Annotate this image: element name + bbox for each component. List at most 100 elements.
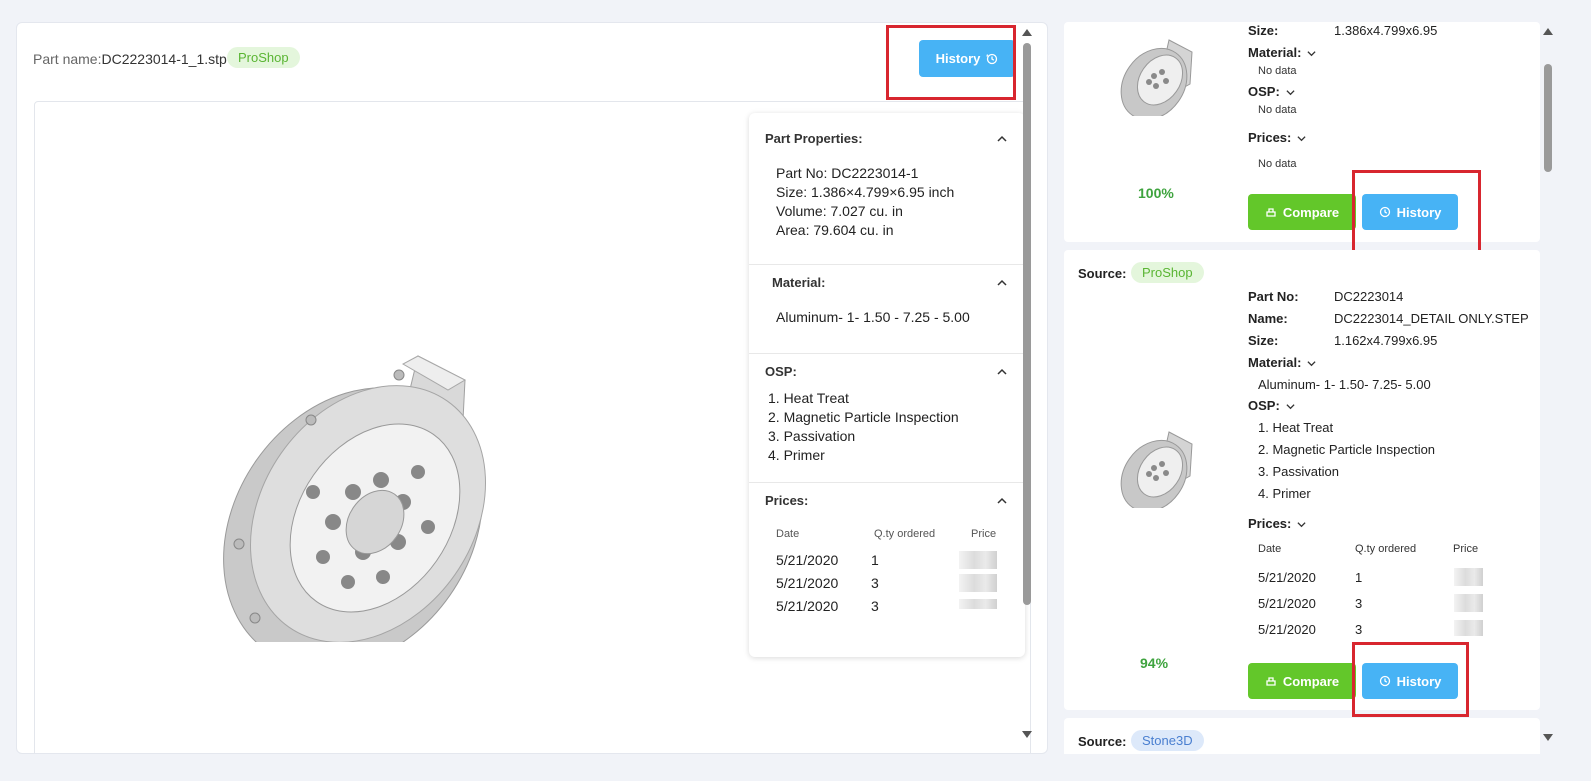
osp-title: OSP: [765,364,797,379]
osp-item: 1. Heat Treat [1258,420,1334,435]
chevron-up-icon[interactable] [997,367,1007,377]
highlight-box [1352,642,1469,717]
vertical-scrollbar-thumb[interactable] [1023,43,1031,605]
price-header-date: Date [1258,543,1282,555]
price-date: 5/21/2020 [776,552,839,568]
part-no-text: Part No: DC2223014-1 [776,165,919,181]
scroll-up-arrow[interactable] [1543,28,1553,35]
prices-label[interactable]: Prices: [1248,130,1306,145]
properties-section: Part Properties: Part No: DC2223014-1 Si… [749,113,1025,265]
chevron-up-icon[interactable] [997,134,1007,144]
osp-label-text: OSP: [1248,398,1280,413]
part-detail-panel: Part name:DC2223014-1_1.stp ProShop Hist… [16,22,1048,754]
price-blurred [1454,620,1483,636]
osp-label[interactable]: OSP: [1248,84,1295,99]
source-badge: ProShop [227,47,300,68]
price-blurred [959,551,997,569]
compare-button[interactable]: Compare [1248,194,1356,230]
price-qty: 3 [871,575,879,591]
price-blurred [959,599,997,609]
material-value: No data [1258,65,1297,77]
source-label: Source: [1078,734,1127,749]
part-name: Part name:DC2223014-1_1.stp [33,51,227,67]
osp-item: 4. Primer [768,447,825,463]
compare-button-label: Compare [1282,204,1340,220]
chevron-up-icon[interactable] [997,278,1007,288]
chevron-down-icon [1297,522,1306,528]
part-name-label: Part name: [33,51,102,67]
price-header-price: Price [971,528,997,540]
prices-value: No data [1258,158,1297,170]
chevron-down-icon [1307,361,1317,367]
prices-label-text: Prices: [1248,516,1292,531]
properties-title: Part Properties: [765,131,863,146]
size-text: Size: 1.386×4.799×6.95 inch [776,184,955,200]
part-no-value: DC2223014 [1334,289,1404,304]
price-date: 5/21/2020 [1258,622,1316,637]
price-date: 5/21/2020 [1258,570,1316,585]
osp-label[interactable]: OSP: [1248,398,1295,413]
material-label[interactable]: Material: [1248,45,1317,60]
material-label[interactable]: Material: [1248,355,1317,370]
name-label: Name: [1248,311,1288,326]
osp-item: 1. Heat Treat [768,390,849,406]
price-qty: 3 [1355,596,1363,611]
osp-item: 4. Primer [1258,486,1311,501]
price-header-qty: Q.ty ordered [874,528,936,540]
price-header-date: Date [776,528,800,540]
osp-item: 2. Magnetic Particle Inspection [768,409,959,425]
material-section: Material: Aluminum- 1- 1.50 - 7.25 - 5.0… [749,265,1025,354]
scroll-up-arrow[interactable] [1022,29,1032,36]
scroll-down-arrow[interactable] [1022,731,1032,738]
highlight-box [886,25,1016,100]
similar-part-card: Source: ProShop Part No: DC2223014 Name:… [1064,250,1540,717]
prices-label[interactable]: Prices: [1248,516,1306,531]
compare-button-label: Compare [1282,673,1340,689]
part-thumbnail [1120,39,1193,116]
compare-icon [1266,208,1276,217]
match-percentage: 94% [1140,655,1169,671]
source-label: Source: [1078,266,1127,281]
material-title: Material: [772,275,826,290]
size-value: 1.386x4.799x6.95 [1334,23,1438,38]
compare-icon [1266,677,1276,686]
match-percentage: 100% [1138,185,1174,201]
3d-viewer[interactable]: Part Properties: Part No: DC2223014-1 Si… [34,101,1031,753]
price-date: 5/21/2020 [776,575,839,591]
osp-section: OSP: 1. Heat Treat 2. Magnetic Particle … [749,354,1025,483]
osp-item: 3. Passivation [768,428,856,444]
price-blurred [1454,568,1483,586]
chevron-down-icon [1286,90,1295,96]
osp-value: No data [1258,104,1297,116]
size-label: Size: [1248,333,1279,348]
chevron-up-icon[interactable] [997,496,1007,506]
prices-title: Prices: [765,493,809,508]
source-badge: Stone3D [1131,730,1204,751]
chevron-down-icon [1297,136,1306,142]
material-label-text: Material: [1248,45,1302,60]
part-properties-card: Part Properties: Part No: DC2223014-1 Si… [749,113,1025,657]
material-value: Aluminum- 1- 1.50 - 7.25 - 5.00 [776,309,970,325]
osp-item: 3. Passivation [1258,464,1339,479]
source-badge: ProShop [1131,262,1204,283]
price-qty: 3 [871,598,879,614]
material-value: Aluminum- 1- 1.50- 7.25- 5.00 [1258,377,1431,392]
prices-label-text: Prices: [1248,130,1292,145]
chevron-down-icon [1286,404,1295,410]
part-name-value: DC2223014-1_1.stp [101,51,227,67]
size-label: Size: [1248,23,1279,38]
similar-parts-list: Size: 1.386x4.799x6.95 Material: No data… [1064,22,1554,754]
vertical-scrollbar-thumb[interactable] [1544,64,1552,172]
price-blurred [1454,594,1483,612]
osp-item: 2. Magnetic Particle Inspection [1258,442,1436,457]
similar-part-card: Size: 1.386x4.799x6.95 Material: No data… [1064,22,1540,254]
part-no-label: Part No: [1248,289,1299,304]
similar-part-card: Source: Stone3D [1064,718,1540,754]
price-header-price: Price [1453,543,1479,555]
price-date: 5/21/2020 [1258,596,1316,611]
highlight-box [1352,170,1481,254]
price-qty: 3 [1355,622,1363,637]
scroll-down-arrow[interactable] [1543,734,1553,741]
compare-button[interactable]: Compare [1248,663,1356,699]
osp-label-text: OSP: [1248,84,1280,99]
